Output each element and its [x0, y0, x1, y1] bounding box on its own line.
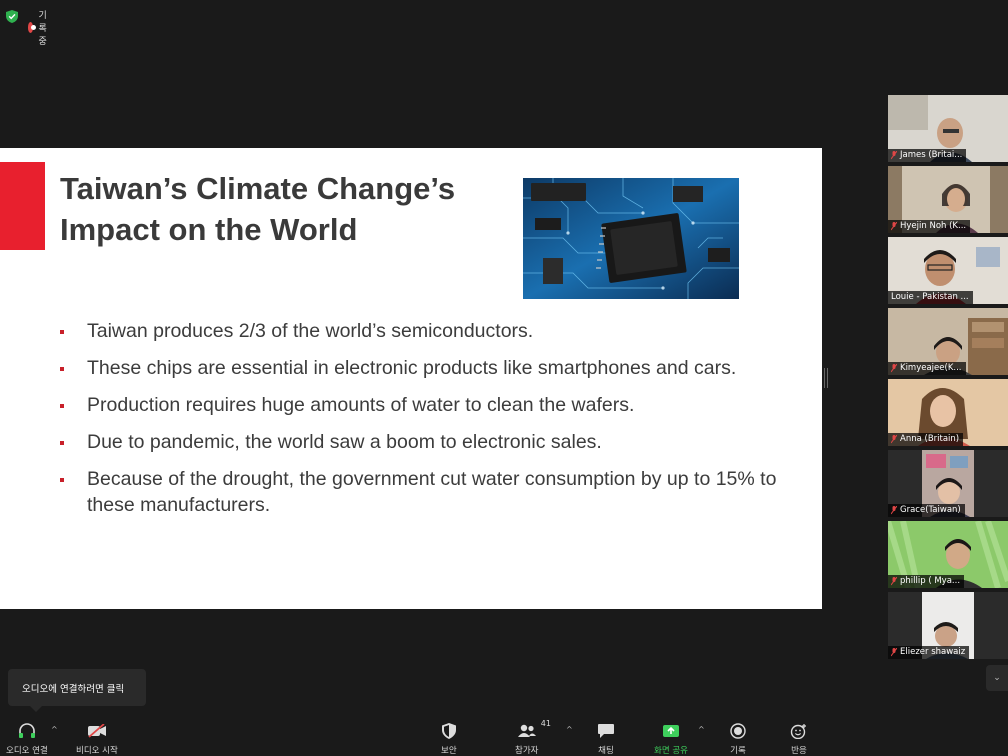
chat-label: 채팅 — [598, 746, 614, 756]
mic-muted-icon — [891, 435, 897, 444]
participant-tile[interactable]: Kimyeajee(K... — [888, 308, 1008, 375]
participant-tile[interactable]: phillip ( Mya... — [888, 521, 1008, 588]
record-button[interactable]: 기록 — [730, 721, 746, 756]
participant-name: Anna (Britain) — [900, 434, 960, 444]
participant-tile[interactable]: Grace(Taiwan) — [888, 450, 1008, 517]
mic-muted-icon — [891, 151, 897, 160]
chat-icon — [598, 724, 614, 738]
share-screen-button[interactable]: 화면 공유 — [654, 721, 688, 756]
start-video-button[interactable]: 비디오 시작 — [76, 721, 118, 756]
smiley-icon — [790, 724, 806, 739]
mic-muted-icon — [891, 506, 897, 515]
participant-name-tag: Eliezer shawaiz — [888, 646, 970, 659]
bullet-text: These chips are essential in electronic … — [87, 357, 737, 379]
recording-indicator[interactable]: 기록 중 — [28, 8, 52, 47]
participants-icon — [517, 724, 536, 737]
bullet-item: Due to pandemic, the world saw a boom to… — [58, 429, 778, 455]
participant-count: 41 — [540, 719, 551, 728]
circuit-board-image — [523, 178, 739, 299]
participants-label: 참가자 — [515, 746, 539, 756]
bullet-text: Taiwan produces 2/3 of the world’s semic… — [87, 320, 534, 342]
security-shield-icon[interactable] — [6, 8, 18, 23]
audio-options-caret[interactable]: ^ — [51, 725, 58, 734]
participant-tile[interactable]: Louie - Pakistan ... — [888, 237, 1008, 304]
bullet-item: Production requires huge amounts of wate… — [58, 392, 778, 418]
bullet-marker — [60, 367, 64, 371]
record-label: 기록 — [730, 746, 746, 756]
participant-name: Eliezer shawaiz — [900, 647, 966, 657]
meeting-toolbar: 오디오 연결 ^ 비디오 시작 보안 41 참가자 ^ 채팅 화면 공유 ^ 기… — [0, 715, 1008, 756]
share-options-caret[interactable]: ^ — [698, 725, 705, 734]
slide-bullet-list: Taiwan produces 2/3 of the world’s semic… — [58, 318, 778, 529]
mic-muted-icon — [891, 577, 897, 586]
shared-screen-slide: Taiwan’s Climate Change’s Impact on the … — [0, 148, 822, 609]
mic-muted-icon — [891, 222, 897, 231]
participant-name-tag: James (Britai... — [888, 149, 967, 162]
recording-icon — [28, 22, 37, 33]
headphone-icon — [18, 723, 35, 738]
bullet-item: Taiwan produces 2/3 of the world’s semic… — [58, 318, 778, 344]
participant-tile[interactable]: Hyejin Noh (K... — [888, 166, 1008, 233]
participant-name: Louie - Pakistan ... — [891, 292, 969, 302]
video-label: 비디오 시작 — [76, 746, 118, 756]
security-label: 보안 — [441, 746, 457, 756]
participant-name: Grace(Taiwan) — [900, 505, 961, 515]
participant-name-tag: Kimyeajee(K... — [888, 362, 966, 375]
panel-resize-handle[interactable] — [824, 368, 828, 388]
participant-tile[interactable]: Eliezer shawaiz — [888, 592, 1008, 659]
security-button[interactable]: 보안 — [441, 721, 457, 756]
collapse-panel-button[interactable]: ⌄ — [986, 665, 1008, 691]
audio-connect-tooltip: 오디오에 연결하려면 클릭 — [8, 669, 146, 712]
bullet-text: Due to pandemic, the world saw a boom to… — [87, 431, 602, 453]
bullet-item: These chips are essential in electronic … — [58, 355, 778, 381]
join-audio-button[interactable]: 오디오 연결 — [6, 721, 48, 756]
chat-button[interactable]: 채팅 — [597, 721, 615, 756]
bullet-item: Because of the drought, the government c… — [58, 466, 778, 518]
participant-tile[interactable]: Anna (Britain) — [888, 379, 1008, 446]
bullet-text: Production requires huge amounts of wate… — [87, 394, 635, 416]
participant-name-tag: phillip ( Mya... — [888, 575, 965, 588]
reactions-label: 반응 — [791, 746, 807, 756]
shield-icon — [441, 723, 456, 739]
bullet-marker — [60, 478, 64, 482]
participant-name: Hyejin Noh (K... — [900, 221, 967, 231]
bullet-text: Because of the drought, the government c… — [87, 468, 777, 516]
record-icon — [730, 723, 746, 739]
recording-label: 기록 중 — [38, 11, 47, 47]
zoom-meeting-window: 기록 중 Taiwan’s Climate Change’s Impact on… — [0, 0, 1008, 756]
bullet-marker — [60, 330, 64, 334]
tooltip-text: 오디오에 연결하려면 클릭 — [22, 683, 125, 695]
mic-muted-icon — [891, 364, 897, 373]
audio-label: 오디오 연결 — [6, 746, 48, 756]
slide-title: Taiwan’s Climate Change’s Impact on the … — [60, 171, 456, 247]
participants-options-caret[interactable]: ^ — [566, 725, 573, 734]
chevron-down-icon: ⌄ — [993, 673, 1001, 683]
participant-name: Kimyeajee(K... — [900, 363, 962, 373]
reactions-button[interactable]: 반응 — [790, 721, 808, 756]
slide-accent-bar — [0, 162, 45, 250]
participant-name: James (Britai... — [900, 150, 963, 160]
participant-name-tag: Grace(Taiwan) — [888, 504, 965, 517]
participant-name: phillip ( Mya... — [900, 576, 961, 586]
participant-tile[interactable]: James (Britai... — [888, 95, 1008, 162]
participant-name-tag: Louie - Pakistan ... — [888, 291, 973, 304]
share-screen-icon — [662, 725, 679, 737]
participant-name-tag: Hyejin Noh (K... — [888, 220, 971, 233]
bullet-marker — [60, 404, 64, 408]
mic-muted-icon — [891, 648, 897, 657]
participants-button[interactable]: 41 참가자 — [515, 719, 551, 756]
bullet-marker — [60, 441, 64, 445]
video-off-icon — [87, 724, 106, 738]
share-label: 화면 공유 — [654, 746, 688, 756]
participant-name-tag: Anna (Britain) — [888, 433, 964, 446]
